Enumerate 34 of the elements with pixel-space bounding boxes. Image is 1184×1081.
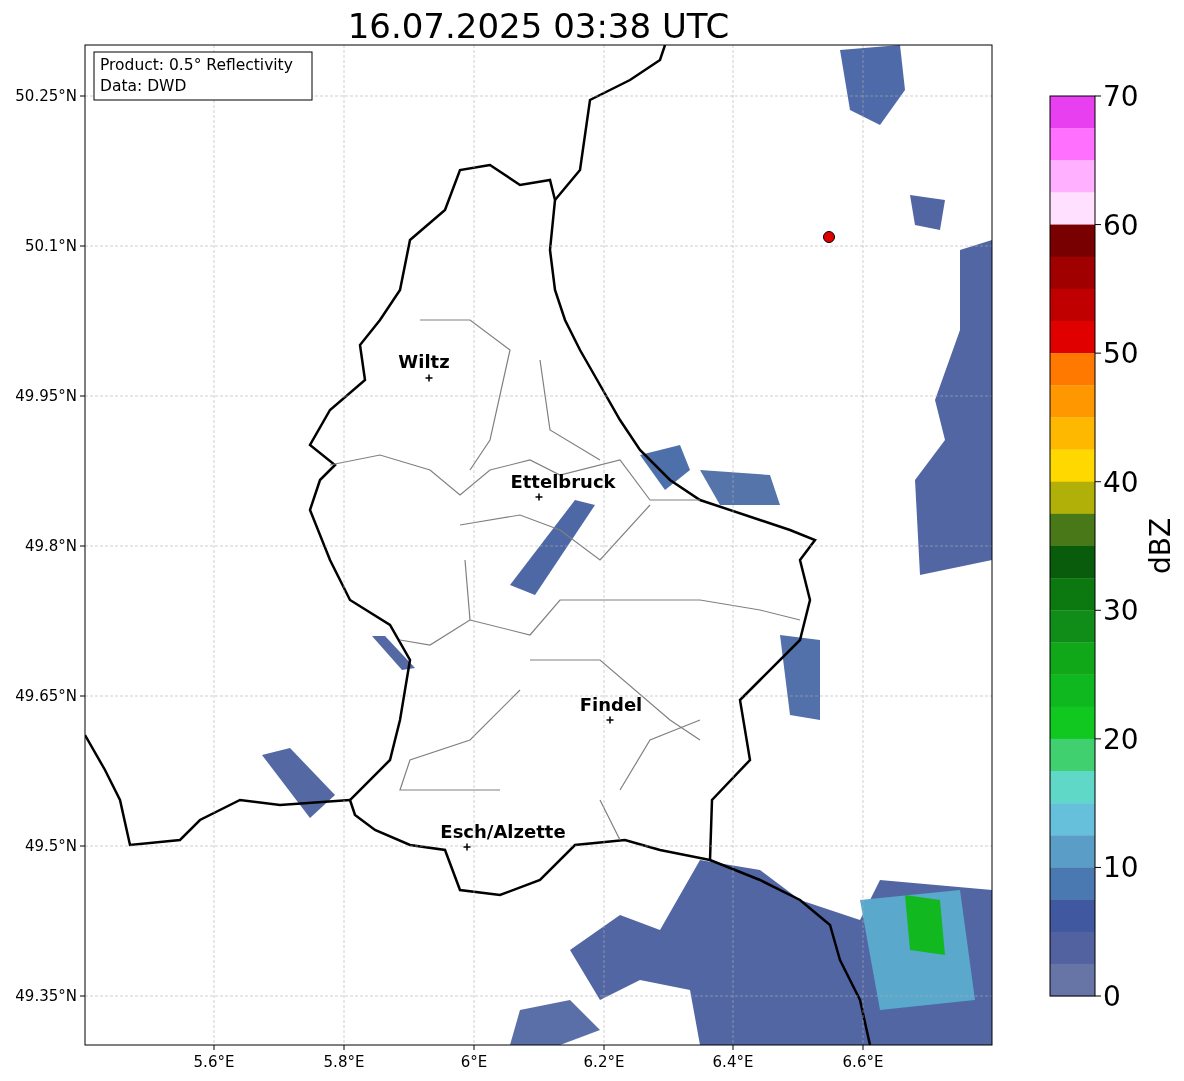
- city-label: Ettelbruck: [510, 471, 616, 492]
- chart-title: 16.07.2025 03:38 UTC: [347, 6, 730, 46]
- x-tick-label: 6.4°E: [712, 1053, 754, 1071]
- colorbar-label: dBZ: [1144, 517, 1177, 575]
- colorbar-tick-label: 30: [1103, 594, 1139, 628]
- cross-marker-icon: [605, 715, 615, 725]
- x-tick-label: 6.2°E: [583, 1053, 625, 1071]
- colorbar-tick-label: 0: [1103, 980, 1121, 1013]
- x-tick-label: 5.8°E: [323, 1053, 365, 1071]
- city-label: Wiltz: [398, 351, 450, 372]
- x-tick-label: 6.6°E: [842, 1053, 884, 1071]
- legend-text: Data: DWD: [100, 77, 187, 95]
- location-marker: [823, 231, 835, 243]
- cross-marker-icon: [424, 373, 434, 383]
- cross-marker-icon: [462, 842, 472, 852]
- y-tick-label: 49.8°N: [24, 537, 77, 555]
- y-tick-label: 49.95°N: [15, 387, 77, 405]
- colorbar-tick-label: 40: [1103, 465, 1139, 499]
- cross-marker-icon: [534, 492, 544, 502]
- y-tick-label: 49.65°N: [15, 687, 77, 705]
- colorbar-tick-label: 60: [1103, 208, 1139, 242]
- colorbar-tick-label: 20: [1103, 722, 1139, 756]
- legend-text: Product: 0.5° Reflectivity: [100, 56, 293, 74]
- x-tick-label: 5.6°E: [193, 1053, 235, 1071]
- x-tick-label: 6°E: [460, 1053, 488, 1071]
- colorbar-tick-label: 50: [1103, 337, 1139, 371]
- city-label: Esch/Alzette: [440, 821, 566, 842]
- city-label: Findel: [579, 694, 643, 715]
- y-tick-label: 50.1°N: [24, 237, 77, 255]
- colorbar-tick-label: 10: [1103, 851, 1139, 885]
- colorbar-tick-label: 70: [1103, 80, 1139, 113]
- y-tick-label: 49.5°N: [24, 837, 77, 855]
- y-tick-label: 49.35°N: [15, 987, 77, 1005]
- y-tick-label: 50.25°N: [15, 87, 77, 105]
